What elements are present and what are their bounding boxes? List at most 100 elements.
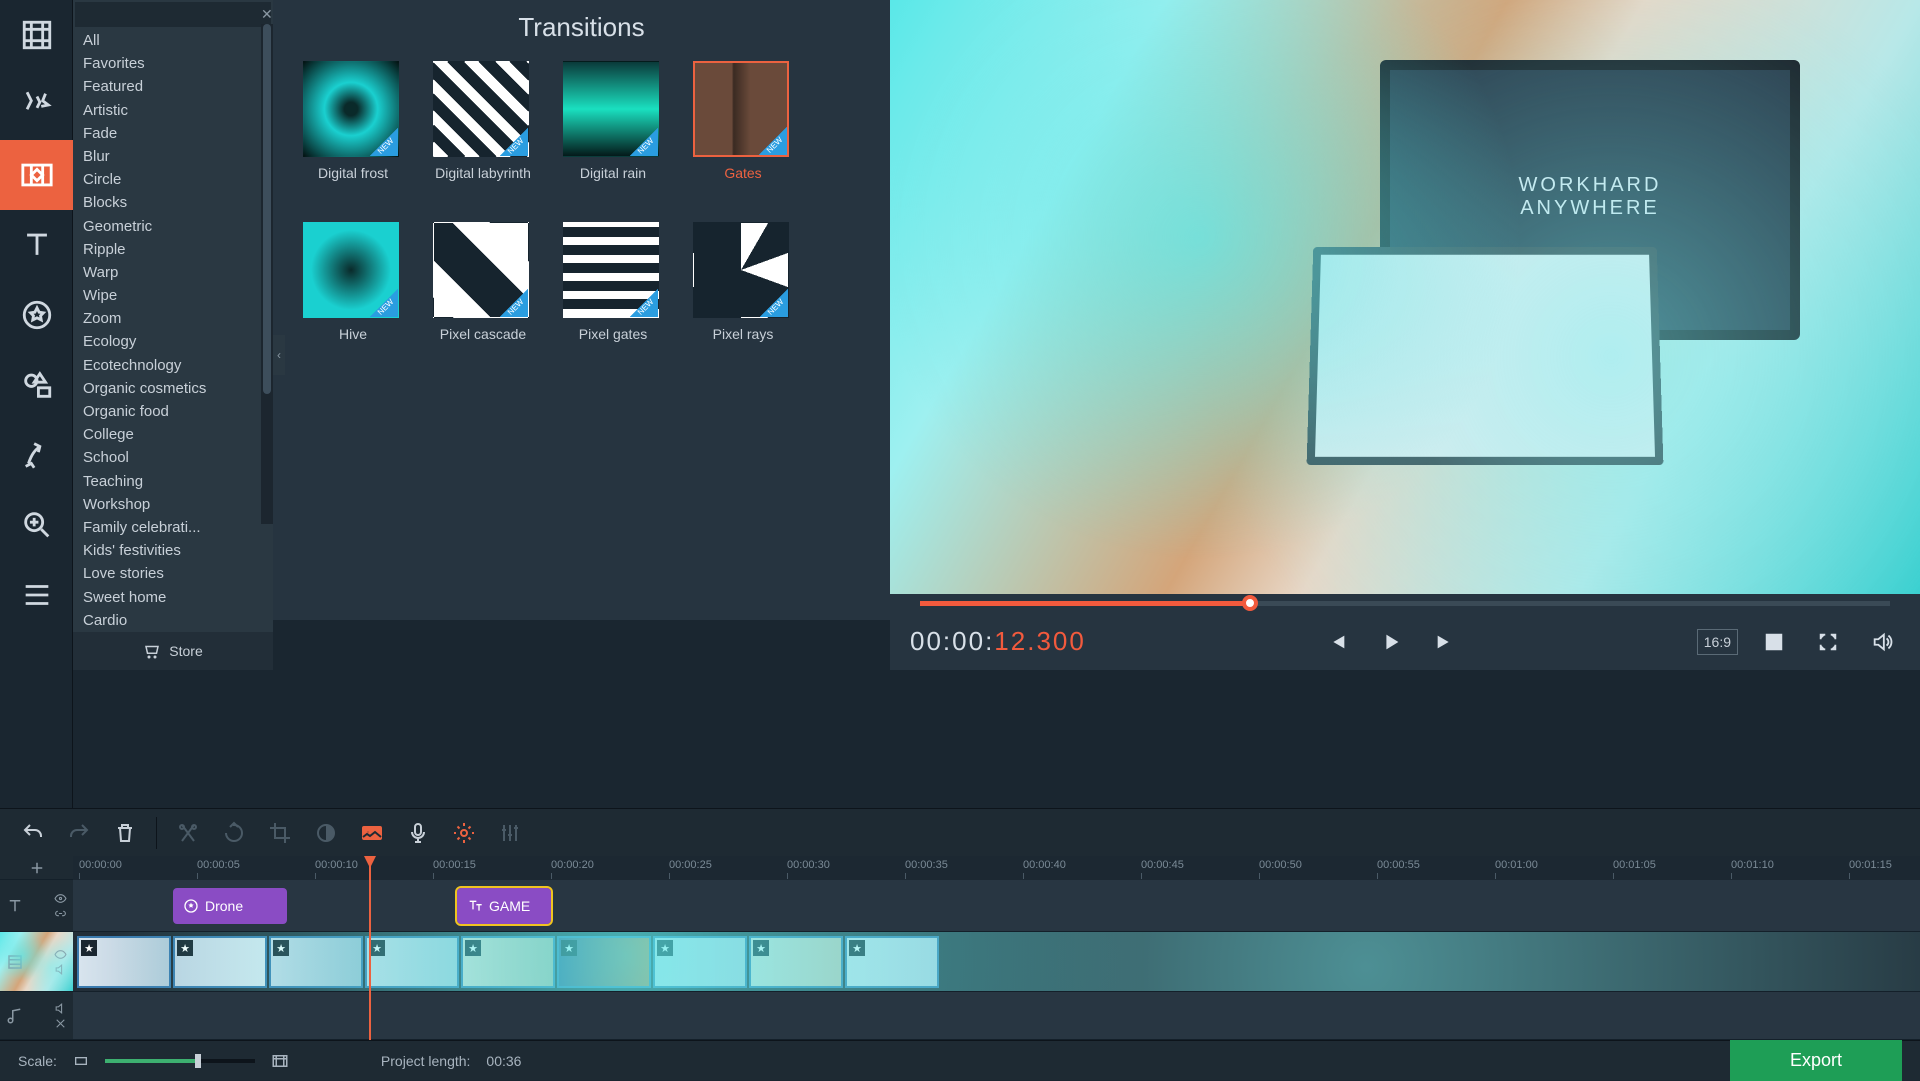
add-track-button[interactable] [0,856,73,880]
category-item[interactable]: Workshop [73,493,273,516]
delete-button[interactable] [104,813,146,853]
eye-icon[interactable] [54,892,67,905]
volume-icon[interactable] [1864,624,1900,660]
equalizer-button[interactable] [489,813,531,853]
clip-properties-button[interactable] [443,813,485,853]
title-clip[interactable]: Drone [173,888,287,924]
title-track-head[interactable] [0,880,73,932]
link-icon[interactable] [54,907,67,920]
transition-wizard-button[interactable] [351,813,393,853]
transition-item[interactable]: NEWGates [693,61,793,182]
audio-track-head[interactable] [0,992,73,1040]
title-clip[interactable]: GAME [457,888,551,924]
transition-item[interactable]: NEWPixel rays [693,222,793,343]
video-clip[interactable] [557,936,651,988]
rail-animation-icon[interactable] [0,420,73,490]
mute-icon[interactable] [54,963,67,976]
detach-preview-icon[interactable] [1756,624,1792,660]
record-voiceover-button[interactable] [397,813,439,853]
transition-item[interactable]: NEWPixel cascade [433,222,533,343]
video-track[interactable] [73,932,1920,992]
audio-track[interactable] [73,992,1920,1040]
transition-item[interactable]: NEWDigital rain [563,61,663,182]
mute-icon[interactable] [54,1002,67,1015]
preview-video[interactable] [890,0,1920,594]
category-item[interactable]: Teaching [73,470,273,493]
category-item[interactable]: Circle [73,168,273,191]
transition-item[interactable]: NEWDigital frost [303,61,403,182]
video-track-head[interactable] [0,932,73,992]
category-item[interactable]: Cardio [73,609,273,632]
category-item[interactable]: College [73,423,273,446]
rail-more-icon[interactable] [0,560,73,630]
fx-icon[interactable] [54,1017,67,1030]
category-item[interactable]: Sweet home [73,586,273,609]
category-item[interactable]: Love stories [73,562,273,585]
seek-bar[interactable] [890,594,1920,614]
clear-search-icon[interactable]: ✕ [261,6,273,23]
transition-item[interactable]: NEWHive [303,222,403,343]
video-clip[interactable] [653,936,747,988]
category-item[interactable]: Geometric [73,215,273,238]
aspect-ratio-button[interactable]: 16:9 [1697,629,1738,655]
category-scrollbar[interactable] [261,24,273,524]
category-item[interactable]: Warp [73,261,273,284]
ruler-tick: 00:01:15 [1849,859,1892,871]
color-adjust-button[interactable] [305,813,347,853]
category-item[interactable]: Organic food [73,400,273,423]
rail-transitions-icon[interactable] [0,140,73,210]
category-item[interactable]: Family celebrati... [73,516,273,539]
category-search[interactable]: ✕ [75,2,271,27]
rail-shapes-icon[interactable] [0,350,73,420]
category-item[interactable]: Favorites [73,52,273,75]
category-item[interactable]: Wipe [73,284,273,307]
time-ruler[interactable]: 00:00:0000:00:0500:00:1000:00:1500:00:20… [73,856,1920,880]
video-clip[interactable] [461,936,555,988]
playhead[interactable] [369,856,371,1040]
rail-media-icon[interactable] [0,0,73,70]
category-item[interactable]: Blur [73,145,273,168]
zoom-out-icon[interactable] [73,1053,89,1069]
fullscreen-icon[interactable] [1810,624,1846,660]
export-button[interactable]: Export [1730,1040,1902,1081]
video-clip[interactable] [365,936,459,988]
title-track[interactable]: Drone GAME [73,880,1920,932]
zoom-fit-icon[interactable] [271,1052,289,1070]
undo-button[interactable] [12,813,54,853]
video-clip[interactable] [749,936,843,988]
category-item[interactable]: Blocks [73,191,273,214]
rail-stickers-icon[interactable] [0,280,73,350]
category-item[interactable]: Zoom [73,307,273,330]
category-item[interactable]: Organic cosmetics [73,377,273,400]
crop-button[interactable] [259,813,301,853]
prev-frame-button[interactable] [1319,624,1355,660]
category-item[interactable]: Artistic [73,99,273,122]
category-item[interactable]: School [73,446,273,469]
eye-icon[interactable] [54,948,67,961]
category-item[interactable]: Fade [73,122,273,145]
scale-slider[interactable] [105,1059,255,1063]
store-button[interactable]: Store [73,632,273,670]
next-frame-button[interactable] [1427,624,1463,660]
category-item[interactable]: Featured [73,75,273,98]
video-clip[interactable] [77,936,171,988]
rail-filters-icon[interactable] [0,70,73,140]
split-button[interactable] [167,813,209,853]
category-item[interactable]: Ripple [73,238,273,261]
rail-zoom-icon[interactable] [0,490,73,560]
video-clip[interactable] [173,936,267,988]
redo-button[interactable] [58,813,100,853]
rotate-button[interactable] [213,813,255,853]
play-button[interactable] [1373,624,1409,660]
category-item[interactable]: All [73,29,273,52]
category-item[interactable]: Ecotechnology [73,354,273,377]
video-clip[interactable] [269,936,363,988]
collapse-sidebar-icon[interactable]: ‹ [273,335,285,375]
transition-item[interactable]: NEWPixel gates [563,222,663,343]
rail-titles-icon[interactable] [0,210,73,280]
search-input[interactable] [85,7,261,22]
transition-item[interactable]: NEWDigital labyrinth [433,61,533,182]
category-item[interactable]: Kids' festivities [73,539,273,562]
category-item[interactable]: Ecology [73,330,273,353]
video-clip[interactable] [845,936,939,988]
